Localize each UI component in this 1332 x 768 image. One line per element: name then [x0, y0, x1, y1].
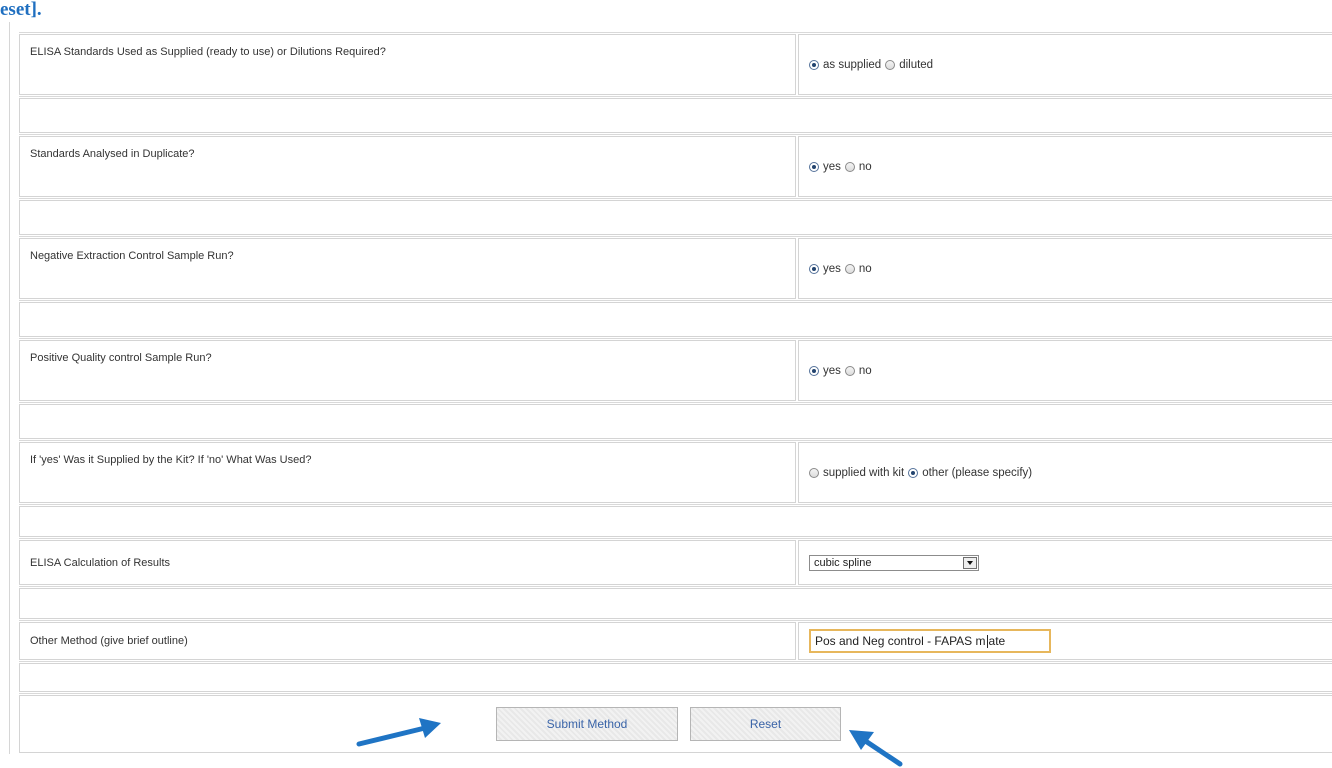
spacer-row: [19, 504, 1332, 538]
radio-button-icon[interactable]: [809, 59, 819, 70]
spacer-cell: [19, 200, 1332, 235]
form-row-other-method: Other Method (give brief outline) Pos an…: [19, 620, 1332, 661]
radio-label-no[interactable]: no: [859, 161, 872, 173]
answer-cell: supplied with kit other (please specify): [798, 442, 1332, 503]
spacer-cell: [19, 98, 1332, 133]
question-label: ELISA Standards Used as Supplied (ready …: [30, 46, 386, 58]
spacer-cell: [19, 663, 1332, 692]
radio-label-as-supplied[interactable]: as supplied: [823, 59, 881, 71]
question-label: Other Method (give brief outline): [30, 635, 188, 647]
spacer-cell: [19, 302, 1332, 337]
radio-button-icon[interactable]: [809, 467, 819, 478]
question-cell: Positive Quality control Sample Run?: [19, 340, 796, 401]
text-caret: [986, 634, 988, 648]
answer-cell: Pos and Neg control - FAPAS m ate: [798, 622, 1332, 660]
radio-label-no[interactable]: no: [859, 365, 872, 377]
radio-label-no[interactable]: no: [859, 263, 872, 275]
radio-button-icon[interactable]: [844, 263, 855, 274]
question-cell: Standards Analysed in Duplicate?: [19, 136, 796, 197]
radio-label-yes[interactable]: yes: [823, 365, 841, 377]
answer-cell: cubic spline: [798, 540, 1332, 585]
spacer-row: [19, 586, 1332, 620]
radio-button-icon[interactable]: [844, 365, 855, 376]
radio-label-yes[interactable]: yes: [823, 263, 841, 275]
radio-button-icon[interactable]: [908, 467, 919, 478]
method-form: ELISA Standards Used as Supplied (ready …: [19, 32, 1332, 756]
select-value: cubic spline: [814, 556, 872, 569]
spacer-cell: [19, 404, 1332, 439]
question-cell: Other Method (give brief outline): [19, 622, 796, 660]
radio-button-icon[interactable]: [885, 59, 896, 70]
reset-button[interactable]: Reset: [690, 707, 841, 741]
question-cell: Negative Extraction Control Sample Run?: [19, 238, 796, 299]
page-heading-fragment: eset].: [0, 0, 42, 20]
radio-button-icon[interactable]: [844, 161, 855, 172]
calculation-select[interactable]: cubic spline: [809, 554, 979, 571]
question-label: Standards Analysed in Duplicate?: [30, 148, 195, 160]
spacer-row: [19, 198, 1332, 236]
radio-button-icon[interactable]: [809, 161, 819, 172]
submit-method-button[interactable]: Submit Method: [496, 707, 678, 741]
question-label: If 'yes' Was it Supplied by the Kit? If …: [30, 454, 312, 466]
question-label: ELISA Calculation of Results: [30, 556, 171, 569]
form-row-standards-supplied: ELISA Standards Used as Supplied (ready …: [19, 32, 1332, 96]
input-text-before-caret: Pos and Neg control - FAPAS m: [815, 634, 986, 648]
question-label: Negative Extraction Control Sample Run?: [30, 250, 234, 262]
question-cell: ELISA Standards Used as Supplied (ready …: [19, 34, 796, 95]
radio-label-supplied-with-kit[interactable]: supplied with kit: [823, 467, 904, 479]
answer-cell: yes no: [798, 238, 1332, 299]
question-cell: ELISA Calculation of Results: [19, 540, 796, 585]
radio-label-other[interactable]: other (please specify): [922, 467, 1032, 479]
radio-label-diluted[interactable]: diluted: [899, 59, 933, 71]
radio-label-yes[interactable]: yes: [823, 161, 841, 173]
annotation-arrow-icon: [356, 718, 441, 747]
other-method-input[interactable]: Pos and Neg control - FAPAS m ate: [809, 629, 1051, 653]
spacer-cell: [19, 506, 1332, 537]
spacer-row: [19, 300, 1332, 338]
question-cell: If 'yes' Was it Supplied by the Kit? If …: [19, 442, 796, 503]
form-row-calculation: ELISA Calculation of Results cubic splin…: [19, 538, 1332, 586]
form-row-duplicate: Standards Analysed in Duplicate? yes no: [19, 134, 1332, 198]
form-row-negative-control: Negative Extraction Control Sample Run? …: [19, 236, 1332, 300]
radio-button-icon[interactable]: [809, 263, 819, 274]
radio-button-icon[interactable]: [809, 365, 819, 376]
left-divider: [9, 22, 10, 754]
spacer-row: [19, 96, 1332, 134]
answer-cell: yes no: [798, 340, 1332, 401]
form-row-buttons: Submit Method Reset: [19, 693, 1332, 754]
answer-cell: as supplied diluted: [798, 34, 1332, 95]
answer-cell: yes no: [798, 136, 1332, 197]
spacer-cell: [19, 588, 1332, 619]
annotation-arrow-icon: [849, 730, 903, 767]
form-row-kit-supplied: If 'yes' Was it Supplied by the Kit? If …: [19, 440, 1332, 504]
spacer-row: [19, 661, 1332, 693]
dropdown-arrow-icon[interactable]: [963, 556, 977, 569]
question-label: Positive Quality control Sample Run?: [30, 352, 212, 364]
spacer-row: [19, 402, 1332, 440]
form-row-positive-control: Positive Quality control Sample Run? yes…: [19, 338, 1332, 402]
input-text-after-caret: ate: [988, 634, 1006, 648]
buttons-cell: Submit Method Reset: [19, 695, 1332, 753]
